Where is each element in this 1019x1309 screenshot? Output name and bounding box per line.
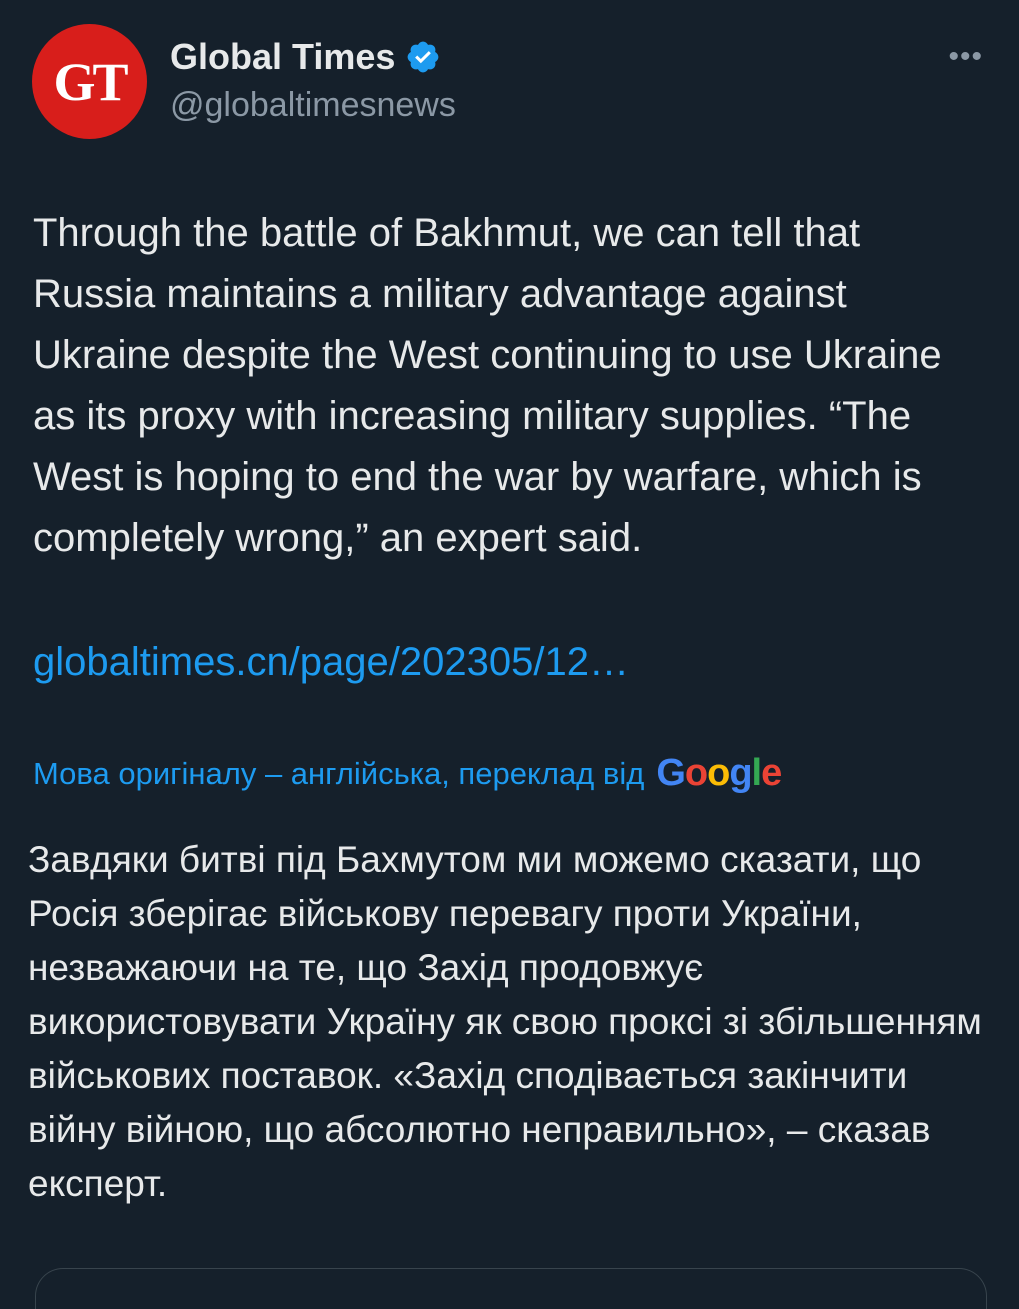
more-horizontal-icon[interactable]: •••	[948, 40, 983, 74]
account-handle[interactable]: @globaltimesnews	[170, 86, 456, 125]
name-row: Global Times	[170, 36, 441, 78]
avatar-logo-text: GT	[53, 51, 128, 112]
tweet-text: Through the battle of Bakhmut, we can te…	[33, 211, 942, 560]
tweet-link[interactable]: globaltimes.cn/page/202305/12…	[33, 632, 629, 693]
translation-note: Мова оригіналу – англійська, переклад ві…	[33, 752, 782, 795]
tweet-header: GT Global Times @globaltimesnews •••	[0, 0, 1019, 160]
link-card-preview[interactable]	[35, 1268, 987, 1309]
google-logo: Google	[656, 752, 782, 794]
translation-note-text[interactable]: Мова оригіналу – англійська, переклад ві…	[33, 756, 644, 792]
avatar[interactable]: GT	[32, 24, 147, 139]
display-name[interactable]: Global Times	[170, 36, 395, 78]
translated-text: Завдяки битві під Бахмутом ми можемо ска…	[28, 839, 982, 1204]
verified-badge-icon	[408, 41, 439, 73]
